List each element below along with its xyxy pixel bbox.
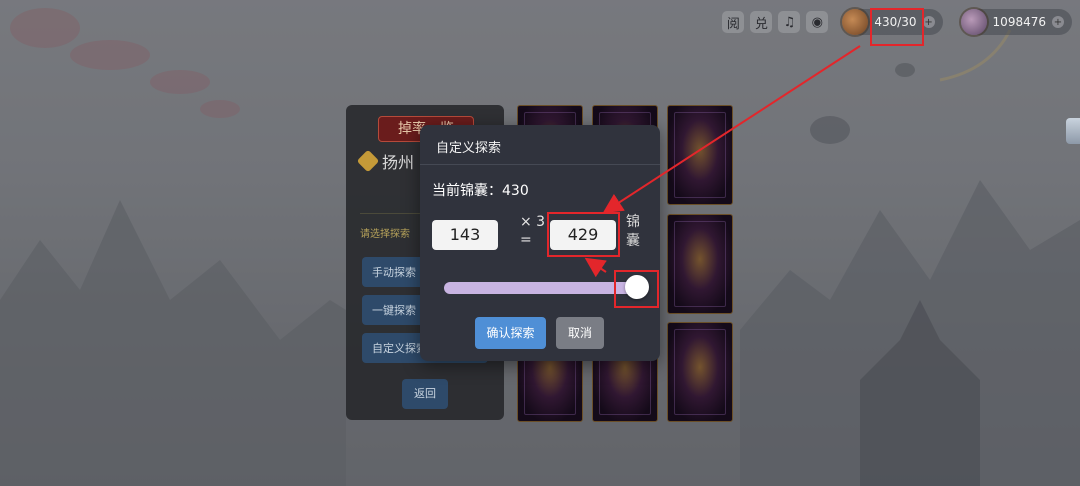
multiplier-label: × 3	[520, 214, 546, 230]
quantity-input[interactable]: 143	[432, 220, 498, 250]
add-pouch-glyph: +	[924, 16, 933, 28]
exchange-icon-glyph: 兑	[754, 16, 768, 32]
music-icon[interactable]: ♫	[778, 11, 801, 33]
currency-bag-icon	[960, 9, 987, 35]
custom-explore-dialog: 自定义探索 当前锦囊：430 143 × 3 = 429 锦囊 确认探索 取消	[420, 125, 660, 361]
dialog-divider	[420, 164, 660, 165]
pouch-bag-icon	[842, 9, 869, 35]
add-pouch-icon[interactable]: +	[922, 16, 935, 28]
panel-hint: 请选择探索	[360, 229, 410, 240]
music-icon-glyph: ♫	[783, 14, 796, 30]
cancel-button[interactable]: 取消	[556, 317, 604, 349]
currency-counter[interactable]: 1098476 +	[960, 9, 1072, 35]
current-pouch-label: 当前锦囊：430	[432, 183, 529, 199]
multiplier-text: × 3 =	[520, 213, 545, 249]
currency-amount: 1098476	[992, 15, 1046, 29]
news-icon[interactable]: 阅	[722, 11, 745, 33]
card[interactable]	[667, 214, 733, 314]
highlight-total-field	[547, 212, 620, 257]
side-drawer-tab[interactable]	[1066, 118, 1080, 144]
eye-icon-glyph: ◉	[811, 14, 823, 30]
highlight-pouch-count	[870, 8, 924, 46]
quantity-slider-track[interactable]	[444, 282, 640, 294]
equals-sign: =	[520, 232, 532, 248]
add-currency-glyph: +	[1053, 16, 1063, 28]
location-row: 扬州	[356, 149, 415, 173]
eye-icon[interactable]: ◉	[806, 11, 829, 33]
back-button[interactable]: 返回	[402, 379, 448, 409]
location-name: 扬州	[382, 153, 415, 172]
confirm-explore-button[interactable]: 确认探索	[475, 317, 546, 349]
exchange-icon[interactable]: 兑	[750, 11, 773, 33]
dialog-title: 自定义探索	[436, 141, 502, 156]
highlight-slider-thumb	[614, 270, 659, 308]
location-icon	[356, 149, 380, 173]
pouch-unit-label: 锦囊	[626, 214, 640, 249]
add-currency-icon[interactable]: +	[1052, 16, 1064, 28]
news-icon-glyph: 阅	[726, 16, 740, 32]
card[interactable]	[667, 322, 733, 422]
card[interactable]	[667, 105, 733, 205]
